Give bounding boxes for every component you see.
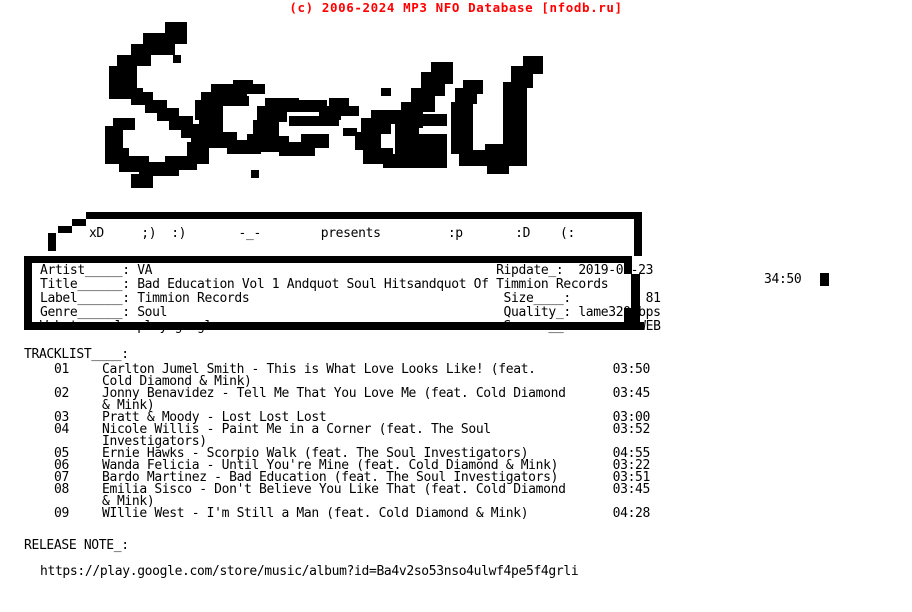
sceau-ascii-logo: [95, 22, 595, 202]
info-line-label: Label______: Timmion Records Size____: 8…: [40, 291, 661, 306]
nfodb-copyright-banner: (c) 2006-2024 MP3 NFO Database [nfodb.ru…: [289, 0, 623, 15]
tracklist-row: 08 Emilia Sisco - Don't Believe You Like …: [24, 482, 650, 508]
track-number: 04: [54, 422, 69, 437]
tracklist-row: 09 WIllie West - I'm Still a Man (feat. C…: [24, 506, 650, 521]
release-note-section: RELEASE NOTE_: https://play.google.com/s…: [24, 538, 724, 578]
playtime-trailing-block-glyph: [820, 273, 829, 286]
track-title: Emilia Sisco - Don't Believe You Like Th…: [102, 482, 566, 497]
smiley-box-border-left: [48, 233, 56, 251]
tracklist-section: TRACKLIST____: 01 Carlton Jumel Smith - T…: [24, 347, 664, 520]
release-info-box: Artist_____: VA Ripdate_: 2019-07-23 Tit…: [24, 256, 661, 334]
track-number: 08: [54, 482, 69, 497]
release-note-label: RELEASE NOTE_:: [24, 538, 129, 553]
presents-banner-box: xD ;) :) -_- presents :p :D (:: [24, 212, 642, 256]
track-duration: 04:28: [612, 506, 651, 521]
track-number: 01: [54, 362, 69, 377]
track-duration: 03:45: [612, 386, 651, 401]
tracklist-heading: TRACKLIST____:: [24, 347, 129, 362]
smiley-box-corner-step-2: [58, 226, 72, 233]
track-number: 02: [54, 386, 69, 401]
track-duration: 03:45: [612, 482, 651, 497]
smiley-box-border-top: [86, 212, 642, 219]
tracklist-row: 04 Nicole Willis - Paint Me in a Corner (…: [24, 422, 650, 448]
track-duration: 03:50: [612, 362, 651, 377]
smiley-bar-text: xD ;) :) -_- presents :p :D (:: [74, 226, 575, 241]
track-title: WIllie West - I'm Still a Man (feat. Col…: [102, 506, 529, 521]
smiley-box-corner-step-1: [72, 219, 86, 226]
info-box-border-left: [24, 256, 32, 330]
info-line-webstoreurl: Webstoreurl: play.google.com Source__: W…: [40, 319, 661, 334]
sceau-ascii-logo-svg: [105, 22, 543, 188]
track-title: Jonny Benavidez - Tell Me That You Love …: [102, 386, 566, 401]
tracklist-row: 02 Jonny Benavidez - Tell Me That You Lov…: [24, 386, 650, 412]
release-note-url[interactable]: https://play.google.com/store/music/albu…: [24, 565, 724, 578]
tracklist-row: 01 Carlton Jumel Smith - This is What Lov…: [24, 362, 650, 388]
info-box-border-top: [24, 256, 632, 263]
track-number: 09: [54, 506, 69, 521]
track-duration: 03:52: [612, 422, 651, 437]
tracklist-rows: 01 Carlton Jumel Smith - This is What Lov…: [24, 362, 664, 521]
smiley-box-border-right: [634, 219, 642, 252]
info-line-genre: Genre______: Soul Quality_: lame320kbps: [40, 305, 661, 320]
